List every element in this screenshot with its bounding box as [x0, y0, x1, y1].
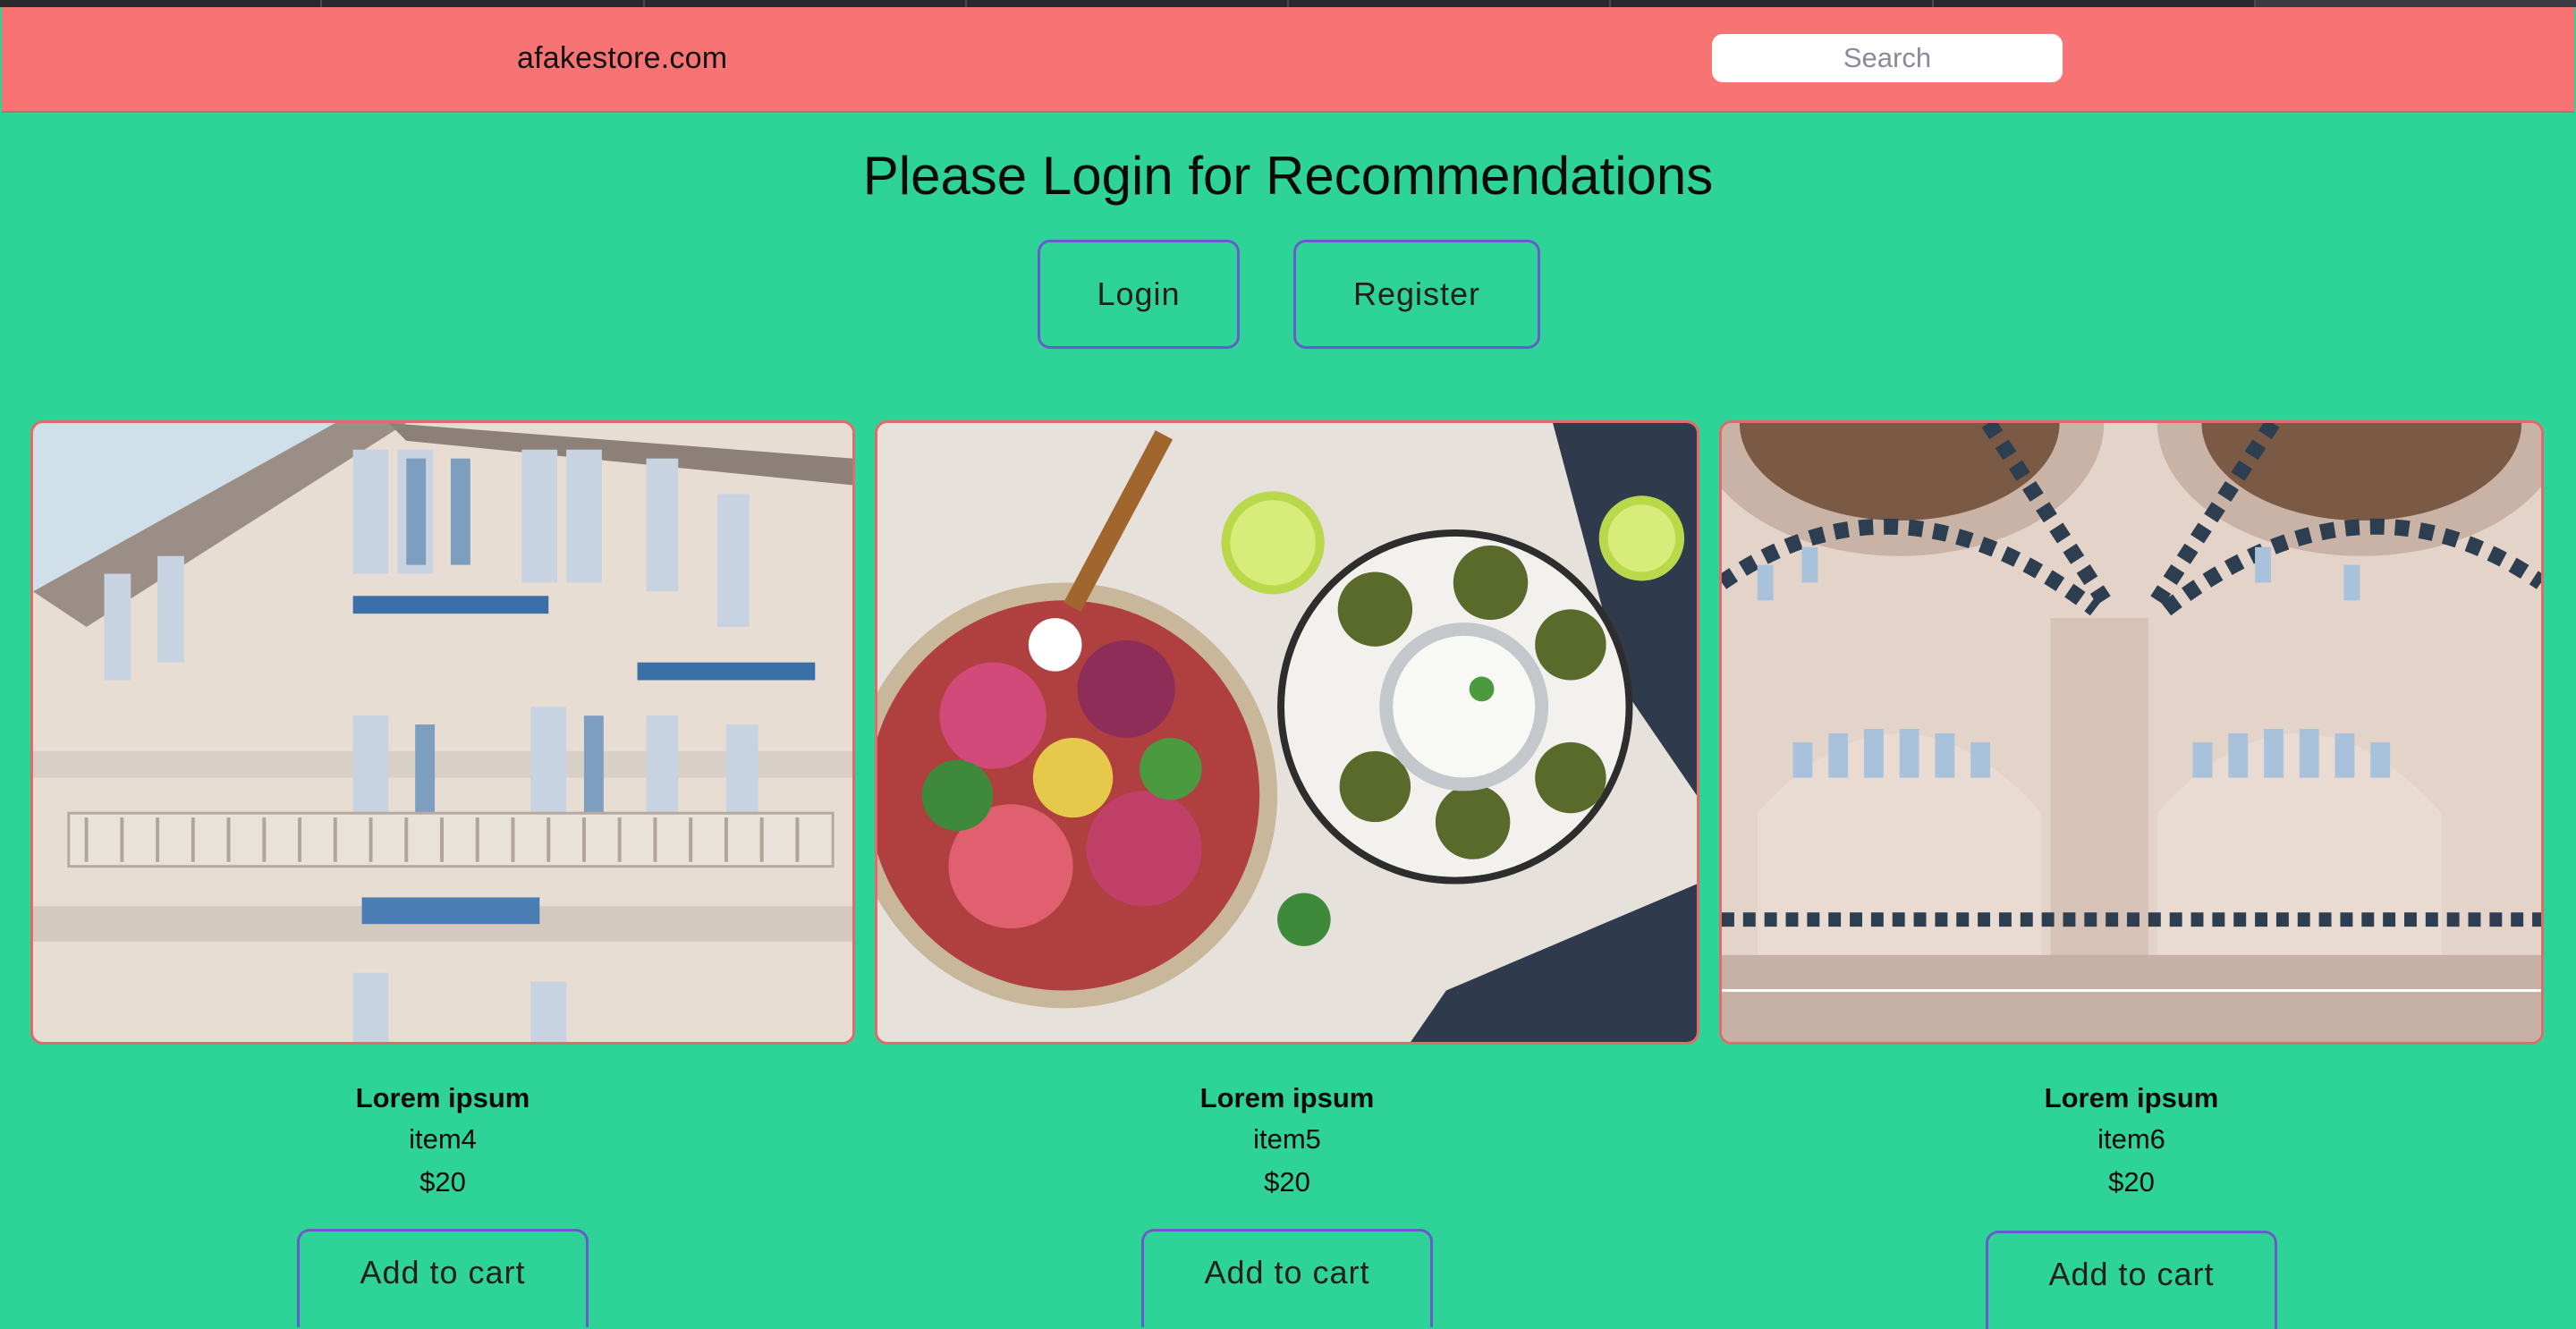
browser-tab[interactable] — [967, 0, 1289, 7]
browser-tab[interactable] — [1289, 0, 1612, 7]
mosque-photo — [1722, 423, 2541, 1042]
product-title: Lorem ipsum — [1199, 1082, 1375, 1113]
food-photo — [877, 423, 1697, 1042]
product-image-mosque[interactable] — [1719, 420, 2544, 1045]
browser-tab[interactable] — [645, 0, 967, 7]
window-tab-strip — [0, 0, 2576, 7]
product-image-food[interactable] — [875, 420, 1699, 1045]
building-photo — [33, 423, 852, 1042]
search-input[interactable] — [1712, 34, 2063, 82]
product-price: $20 — [419, 1166, 466, 1198]
product-item-name: item6 — [2097, 1123, 2165, 1155]
product-title: Lorem ipsum — [355, 1082, 530, 1113]
browser-tab[interactable] — [2255, 0, 2576, 7]
register-button[interactable]: Register — [1293, 240, 1540, 349]
product-image-building[interactable] — [30, 420, 855, 1045]
browser-tab[interactable] — [1611, 0, 1934, 7]
product-item-name: item5 — [1253, 1123, 1321, 1155]
browser-tab[interactable] — [1934, 0, 2256, 7]
brand-link[interactable]: afakestore.com — [517, 41, 727, 76]
login-button[interactable]: Login — [1038, 240, 1240, 349]
product-price: $20 — [1264, 1166, 1310, 1198]
browser-tab[interactable] — [322, 0, 645, 7]
navbar: afakestore.com — [2, 7, 2574, 113]
add-to-cart-button[interactable]: Add to cart — [1986, 1231, 2277, 1329]
product-item-name: item4 — [409, 1123, 477, 1155]
browser-tab[interactable] — [0, 0, 323, 7]
page-title: Please Login for Recommendations — [862, 146, 1714, 206]
product-title: Lorem ipsum — [2044, 1082, 2219, 1113]
product-price: $20 — [2108, 1166, 2155, 1198]
